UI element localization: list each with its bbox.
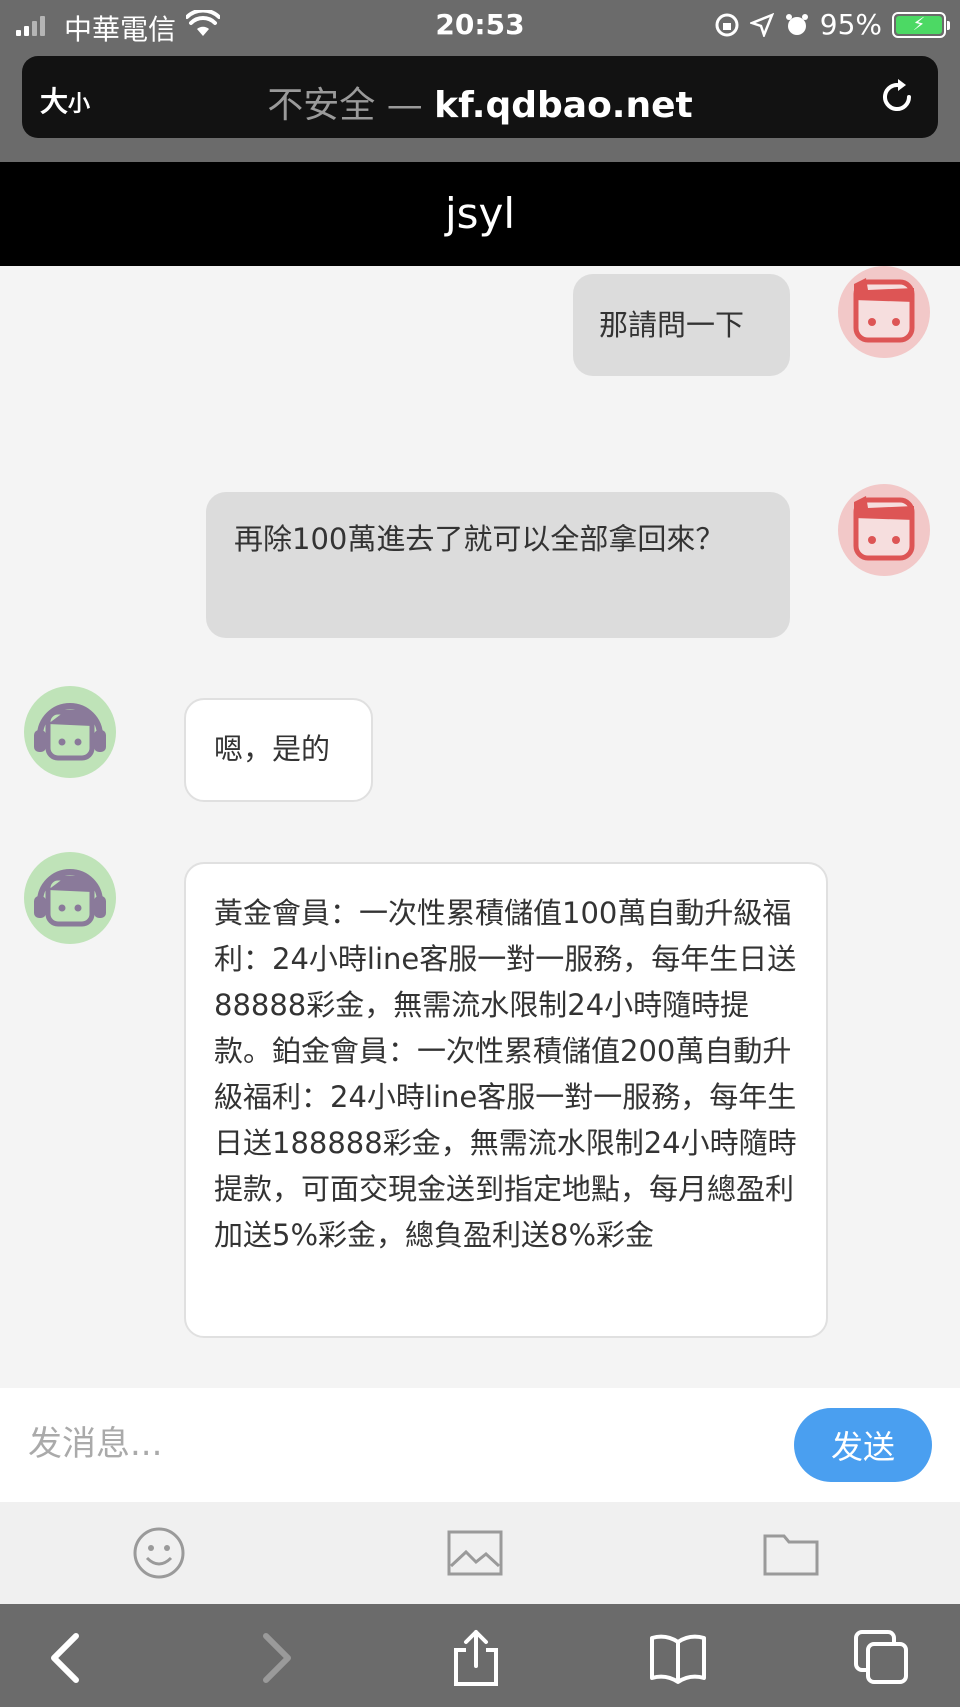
message-input[interactable] <box>28 1416 768 1472</box>
message-composer: 发送 <box>0 1388 960 1502</box>
domain-label: kf.qdbao.net <box>434 85 693 126</box>
user-face-icon <box>853 278 915 343</box>
tabs-icon[interactable] <box>852 1628 912 1688</box>
rotation-lock-icon <box>715 13 739 36</box>
folder-icon[interactable] <box>762 1526 820 1580</box>
message-bubble-agent: 嗯，是的 <box>184 698 373 802</box>
alarm-icon <box>785 13 808 35</box>
agent-avatar <box>24 686 116 778</box>
share-icon[interactable] <box>446 1628 506 1688</box>
image-icon[interactable] <box>446 1526 504 1580</box>
message-bubble-user: 再除100萬進去了就可以全部拿回來？ <box>206 492 790 638</box>
status-bar: 中華電信 20:53 95% ⚡ <box>0 0 960 50</box>
user-avatar <box>838 484 930 576</box>
insecure-label: 不安全 — <box>267 85 423 126</box>
chat-messages: 那請問一下 再除100萬進去了就可以全部拿回來？ 嗯，是的 黃金會員：一次性累積… <box>0 266 960 1388</box>
battery-icon: ⚡ <box>892 11 950 38</box>
headset-agent-icon <box>34 869 106 927</box>
attachment-toolbar <box>0 1502 960 1604</box>
user-face-icon <box>853 496 915 561</box>
forward-icon[interactable] <box>244 1628 304 1688</box>
url-display[interactable]: 不安全 — kf.qdbao.net <box>22 76 938 128</box>
battery-percent: 95% <box>819 8 882 41</box>
back-icon[interactable] <box>38 1628 98 1688</box>
location-icon <box>749 12 774 37</box>
reload-icon[interactable] <box>876 76 918 118</box>
agent-avatar <box>24 852 116 944</box>
bookmarks-icon[interactable] <box>648 1628 708 1688</box>
message-bubble-user: 那請問一下 <box>573 274 790 376</box>
headset-agent-icon <box>34 703 106 761</box>
send-button[interactable]: 发送 <box>794 1408 932 1482</box>
address-bar[interactable]: 大小 不安全 — kf.qdbao.net <box>22 56 938 138</box>
message-bubble-agent: 黃金會員：一次性累積儲值100萬自動升級福利：24小時line客服一對一服務，每… <box>184 862 828 1338</box>
browser-toolbar: 大小 不安全 — kf.qdbao.net <box>0 50 960 162</box>
emoji-icon[interactable] <box>130 1526 188 1580</box>
chat-title: jsyl <box>0 162 960 266</box>
user-avatar <box>838 266 930 358</box>
browser-bottom-toolbar <box>0 1604 960 1707</box>
